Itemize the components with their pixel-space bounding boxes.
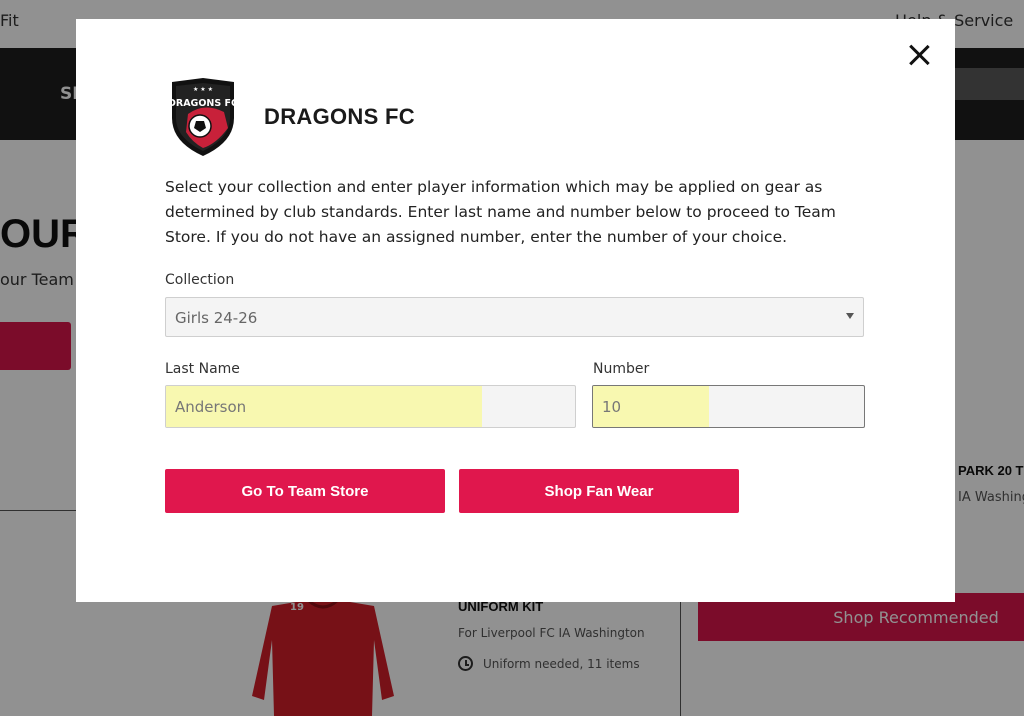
number-label: Number (593, 361, 650, 377)
last-name-field[interactable]: Anderson (165, 385, 576, 428)
last-name-label: Last Name (165, 361, 240, 377)
crest-text: DRAGONS FC (168, 98, 238, 109)
club-crest-logo: DRAGONS FC ★ ★ ★ (168, 78, 238, 156)
go-to-team-store-button[interactable]: Go To Team Store (165, 469, 445, 513)
collection-select[interactable]: Girls 24-26 (165, 297, 864, 337)
shop-fan-wear-button[interactable]: Shop Fan Wear (459, 469, 739, 513)
number-field[interactable]: 10 (592, 385, 865, 428)
number-value: 10 (602, 398, 622, 416)
club-name: DRAGONS FC (264, 104, 415, 129)
collection-value: Girls 24-26 (175, 309, 258, 327)
dropdown-caret-icon (846, 313, 854, 319)
modal-instructions: Select your collection and enter player … (165, 178, 836, 246)
close-icon[interactable] (906, 42, 932, 68)
collection-label: Collection (165, 272, 235, 288)
last-name-value: Anderson (175, 398, 247, 416)
svg-text:★ ★ ★: ★ ★ ★ (193, 86, 213, 93)
